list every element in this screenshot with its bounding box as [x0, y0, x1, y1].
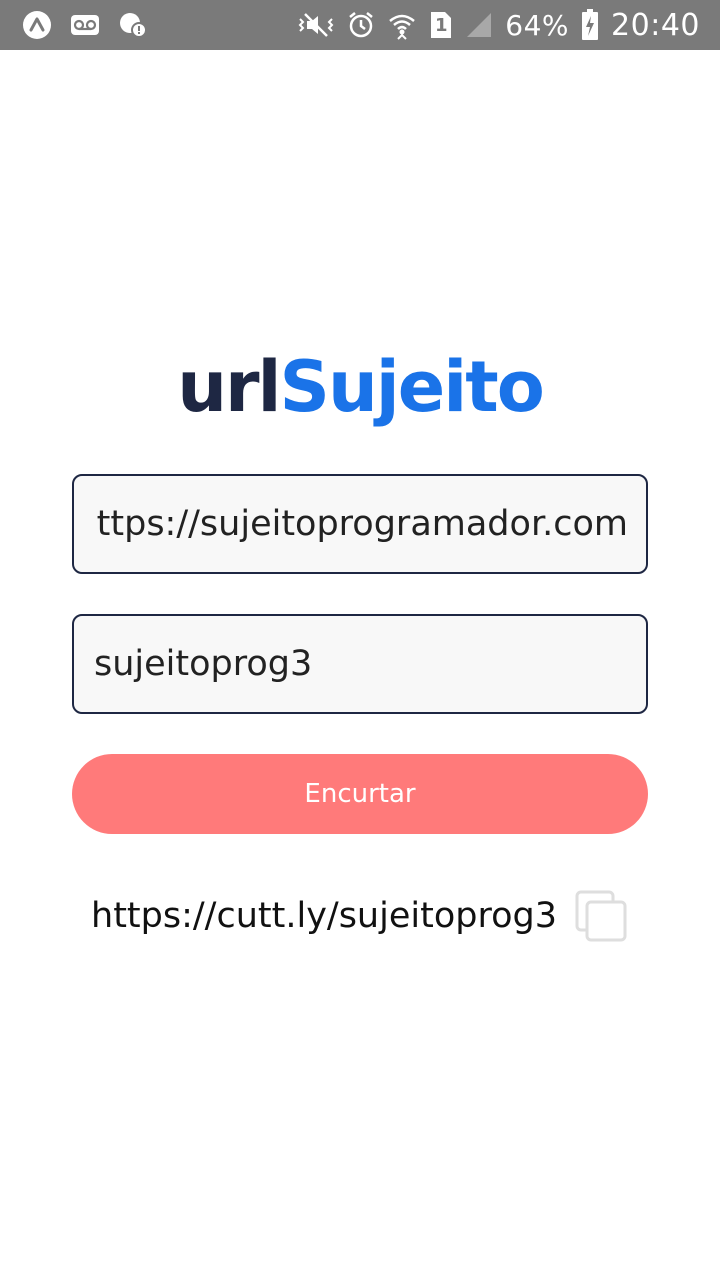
status-bar: 1 64% 20:40: [0, 0, 720, 50]
alias-input[interactable]: [74, 616, 646, 712]
app-logo: urlSujeito: [0, 345, 720, 429]
url-field[interactable]: [72, 474, 648, 574]
alias-field[interactable]: [72, 614, 648, 714]
result-row: https://cutt.ly/sujeitoprog3: [0, 886, 720, 946]
wifi-icon: [387, 10, 417, 40]
sim-icon: 1: [429, 10, 453, 40]
status-bar-right-icons: 1 64% 20:40: [297, 7, 700, 43]
app-a-icon: [22, 10, 52, 40]
alarm-icon: [347, 10, 375, 40]
url-input[interactable]: [74, 476, 646, 572]
copy-icon[interactable]: [573, 888, 629, 944]
clock: 20:40: [611, 7, 700, 43]
battery-percent: 64%: [505, 8, 570, 42]
vibrate-icon: [297, 10, 335, 40]
logo-text-url: url: [177, 346, 281, 428]
sim-slot-number: 1: [435, 14, 448, 36]
shorten-button[interactable]: Encurtar: [72, 754, 648, 834]
battery-charging-icon: [581, 9, 599, 41]
status-bar-left-icons: [22, 10, 148, 40]
voicemail-icon: [70, 14, 100, 36]
signal-icon: [465, 11, 493, 39]
logo-text-sujeito: Sujeito: [279, 346, 545, 428]
notification-icon: [118, 10, 148, 40]
short-link[interactable]: https://cutt.ly/sujeitoprog3: [91, 896, 557, 936]
